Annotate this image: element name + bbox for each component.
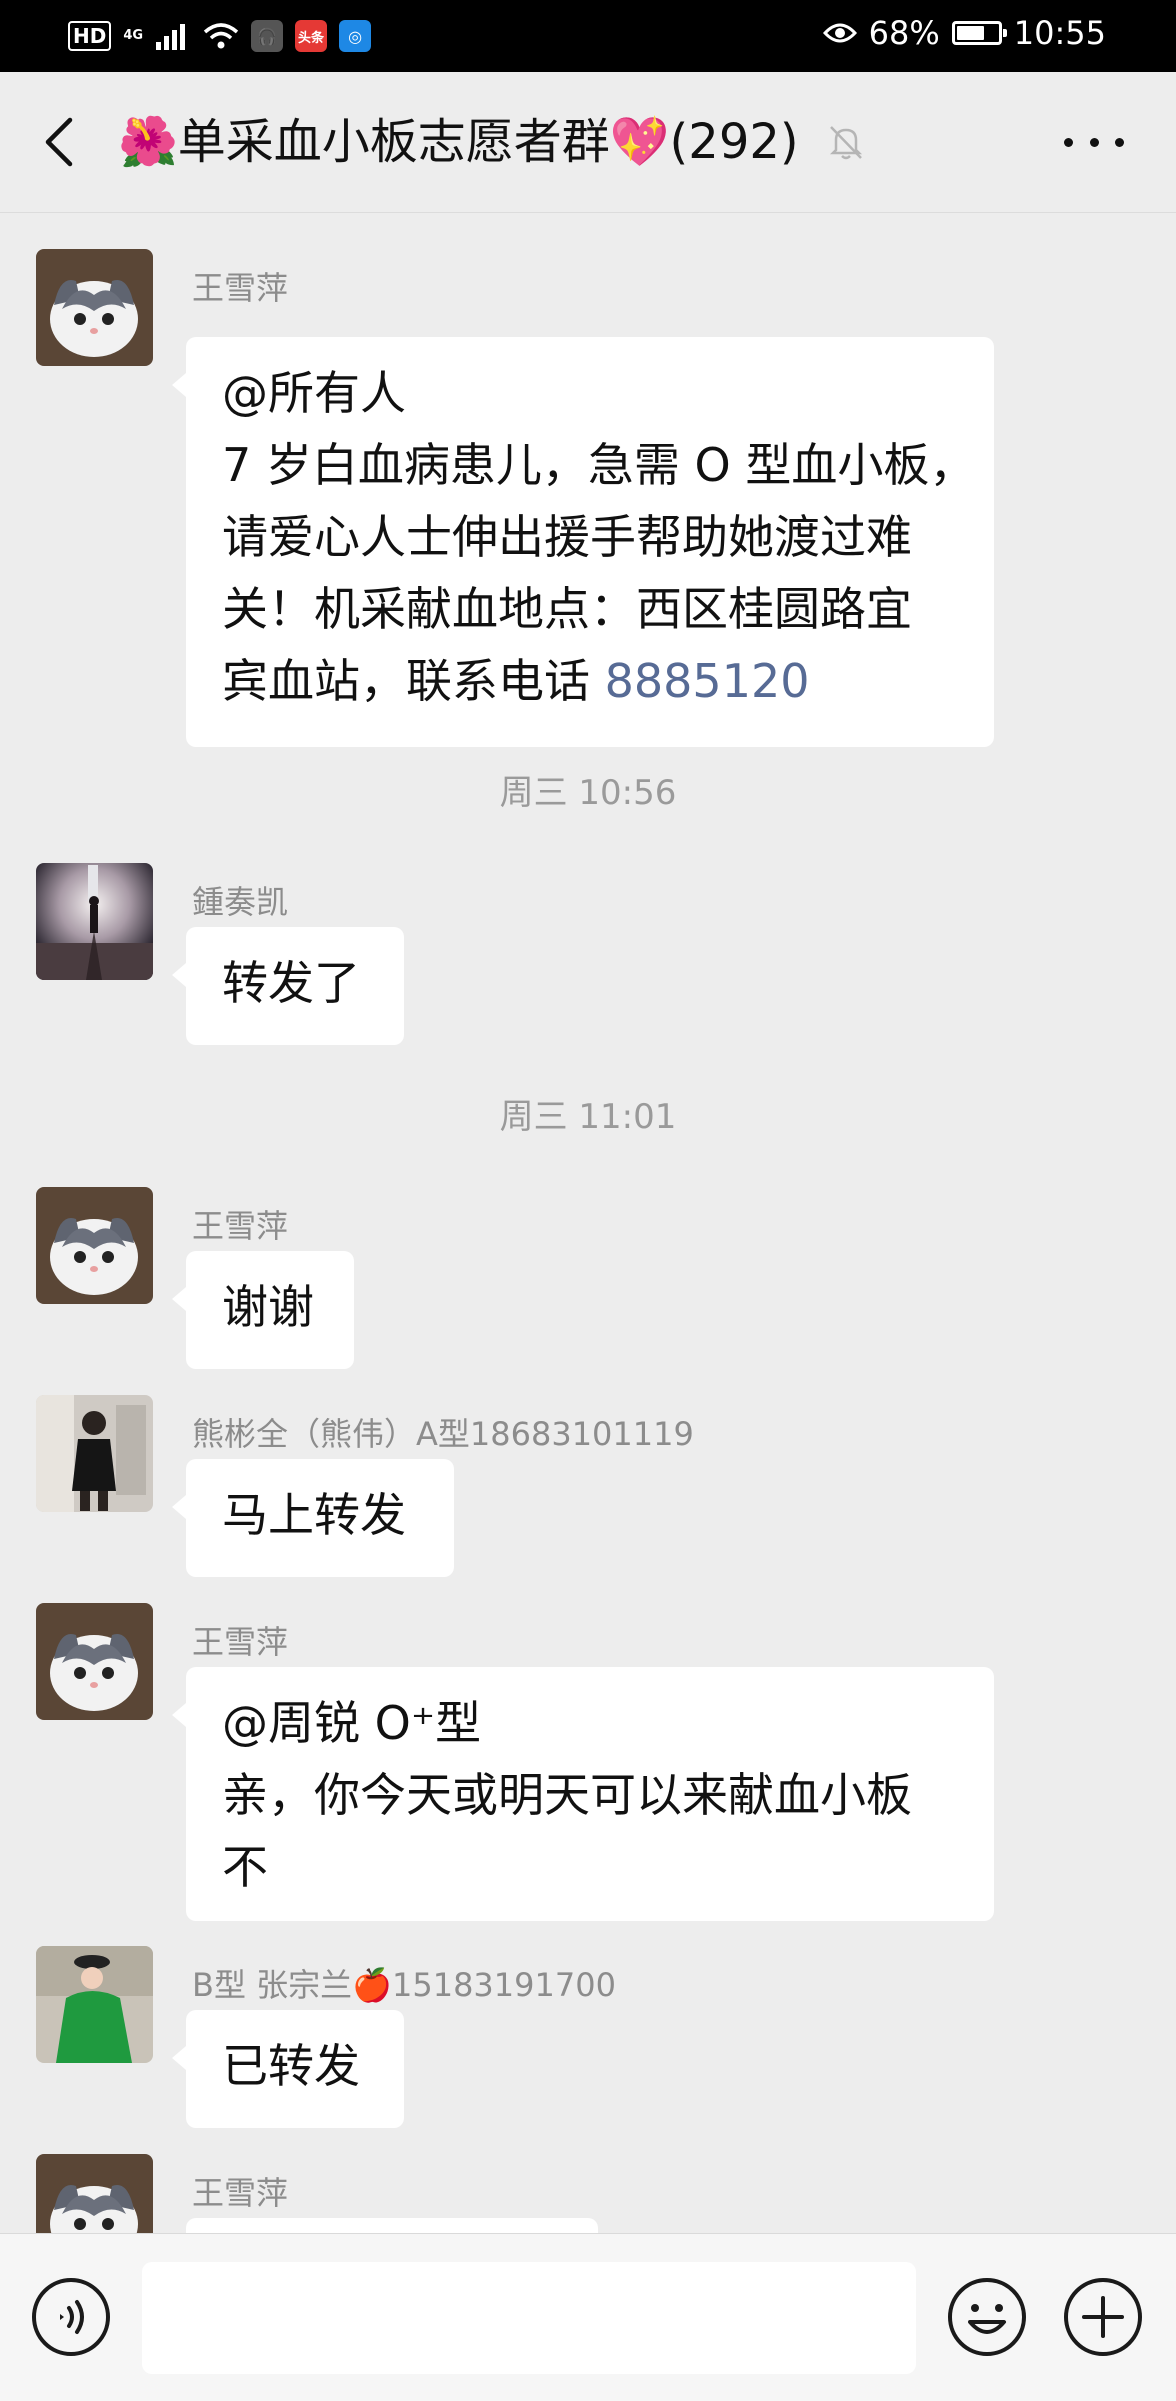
message-text: 转发了 — [222, 956, 360, 1010]
status-left: HD 4G 🎧 头条 ◎ — [68, 18, 372, 54]
message-bubble[interactable]: 谢谢 — [172, 1251, 354, 1369]
apple-emoji: 🍎 — [352, 1966, 392, 2004]
person-photo-avatar-image — [36, 1395, 153, 1512]
sender-name: 王雪萍 — [192, 1623, 289, 1661]
avatar[interactable] — [36, 2154, 153, 2233]
avatar[interactable] — [36, 1946, 153, 2063]
night-figure-avatar-image — [36, 863, 153, 980]
more-dots-icon[interactable] — [1064, 118, 1124, 166]
browser-app-icon: ◎ — [339, 20, 372, 52]
headphone-app-icon: 🎧 — [251, 20, 284, 52]
phone-link[interactable]: 8885120 — [605, 654, 810, 708]
message-bubble[interactable] — [186, 2218, 598, 2233]
message-text: 已转发 — [222, 2039, 360, 2093]
toutiao-app-icon: 头条 — [295, 20, 328, 52]
timestamp: 周三 11:01 — [499, 1097, 677, 1137]
voice-icon[interactable] — [30, 2276, 112, 2358]
avatar[interactable] — [36, 249, 153, 366]
sender-name-prefix: B型 张宗兰 — [192, 1966, 353, 2004]
sender-name: 王雪萍 — [192, 269, 289, 307]
message-bubble[interactable]: 转发了 — [172, 927, 404, 1045]
bell-muted-icon — [829, 126, 863, 160]
avatar[interactable] — [36, 1187, 153, 1304]
message-bubble[interactable]: 马上转发 — [172, 1459, 454, 1577]
timestamp: 周三 10:56 — [499, 773, 677, 813]
network-type: 4G — [123, 28, 144, 43]
message-text: 谢谢 — [222, 1280, 314, 1334]
cat-avatar-image — [36, 1603, 153, 1720]
sender-name: 王雪萍 — [192, 2174, 289, 2212]
heart-emoji: 💖 — [609, 114, 670, 170]
message-line: 不 — [222, 1840, 268, 1894]
message-line: 关！机采献血地点：西区桂圆路宜 — [222, 582, 912, 636]
group-name: 单采血小板志愿者群 — [177, 114, 610, 170]
status-right: 68% 10:55 — [822, 14, 1106, 52]
sender-name: 鍾奏凯 — [192, 883, 289, 921]
message-line: 请爱心人士伸出援手帮助她渡过难 — [222, 510, 912, 564]
message-line: 亲，你今天或明天可以来献血小板 — [222, 1768, 912, 1822]
sender-name: 王雪萍 — [192, 1207, 289, 1245]
cat-avatar-image — [36, 2154, 153, 2233]
message-line: @所有人 — [222, 366, 406, 420]
input-bar — [0, 2233, 1176, 2401]
message-line: 宾血站，联系电话 8885120 — [222, 645, 958, 717]
clock: 10:55 — [1013, 14, 1106, 52]
emoji-icon[interactable] — [946, 2276, 1028, 2358]
cat-avatar-image — [36, 1187, 153, 1304]
chat-header: 🌺 单采血小板志愿者群 💖 (292) — [0, 72, 1176, 213]
sender-phone: 15183191700 — [391, 1966, 616, 2004]
message-line: @周锐 O⁺型 — [222, 1696, 482, 1750]
avatar[interactable] — [36, 863, 153, 980]
avatar[interactable] — [36, 1395, 153, 1512]
cat-avatar-image — [36, 249, 153, 366]
message-list[interactable]: 王雪萍 @所有人 7 岁白血病患儿，急需 O 型血小板， 请爱心人士伸出援手帮助… — [0, 213, 1176, 2233]
woman-green-coat-avatar-image — [36, 1946, 153, 2063]
sender-name: 熊彬全（熊伟）A型18683101119 — [192, 1415, 694, 1453]
status-bar: HD 4G 🎧 头条 ◎ 68% 10:55 — [0, 0, 1176, 72]
avatar[interactable] — [36, 1603, 153, 1720]
back-arrow-icon[interactable] — [36, 114, 84, 170]
message-text: 宾血站，联系电话 — [222, 654, 605, 708]
message-bubble[interactable]: 已转发 — [172, 2010, 404, 2128]
message-bubble[interactable]: @所有人 7 岁白血病患儿，急需 O 型血小板， 请爱心人士伸出援手帮助她渡过难… — [172, 337, 994, 747]
member-count: (292) — [669, 114, 799, 170]
hd-badge: HD — [68, 21, 112, 51]
plus-icon[interactable] — [1062, 2276, 1144, 2358]
flower-emoji: 🌺 — [118, 114, 178, 170]
eye-icon — [822, 23, 857, 43]
signal-icon — [156, 24, 186, 50]
message-line: 7 岁白血病患儿，急需 O 型血小板， — [222, 438, 976, 492]
message-text: 马上转发 — [222, 1488, 406, 1542]
wifi-icon — [203, 23, 239, 49]
chat-title[interactable]: 🌺 单采血小板志愿者群 💖 (292) — [118, 108, 799, 176]
message-input[interactable] — [142, 2262, 916, 2374]
message-bubble[interactable]: @周锐 O⁺型 亲，你今天或明天可以来献血小板 不 — [172, 1667, 994, 1921]
sender-name: B型 张宗兰🍎15183191700 — [192, 1960, 616, 2006]
battery-icon — [951, 21, 1007, 45]
battery-percent: 68% — [868, 14, 940, 52]
